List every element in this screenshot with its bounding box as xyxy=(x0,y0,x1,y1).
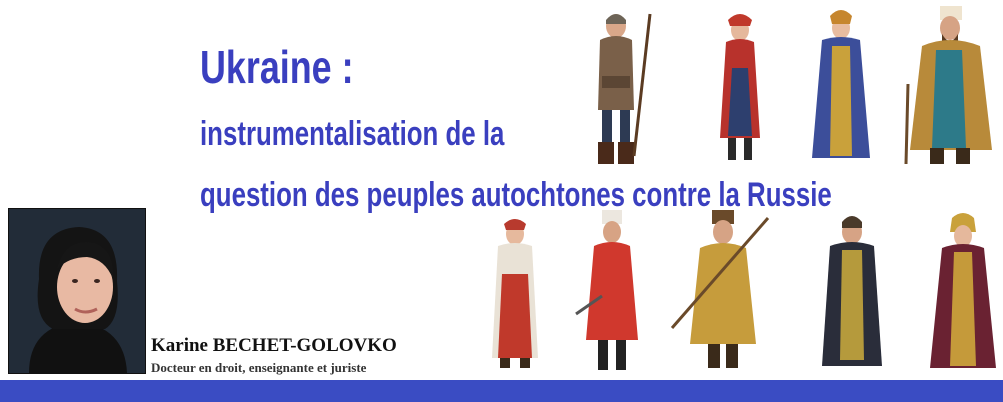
banner-subtitle-line2: question des peuples autochtones contre … xyxy=(200,176,832,214)
costume-figure-nobleman xyxy=(904,6,992,165)
costume-figure-woman-gown xyxy=(930,213,996,368)
costume-figure-man-yellow xyxy=(670,210,770,368)
costume-figure-woman-blue xyxy=(812,10,870,158)
author-name: Karine BECHET-GOLOVKO xyxy=(151,335,397,356)
costume-figure-woman-apron xyxy=(492,219,538,368)
costume-figure-cossack xyxy=(575,210,638,370)
portrait-image xyxy=(9,209,145,373)
costume-figure-woman-red xyxy=(720,14,760,160)
costume-figure-priest xyxy=(822,216,882,366)
author-description: Docteur en droit, enseignante et juriste xyxy=(151,360,367,375)
author-photo xyxy=(8,208,146,374)
bottom-bar xyxy=(0,380,1003,402)
costume-figure-hunter xyxy=(598,13,652,164)
banner-subtitle-line1: instrumentalisation de la xyxy=(200,115,505,153)
banner-title: Ukraine : xyxy=(200,41,354,93)
